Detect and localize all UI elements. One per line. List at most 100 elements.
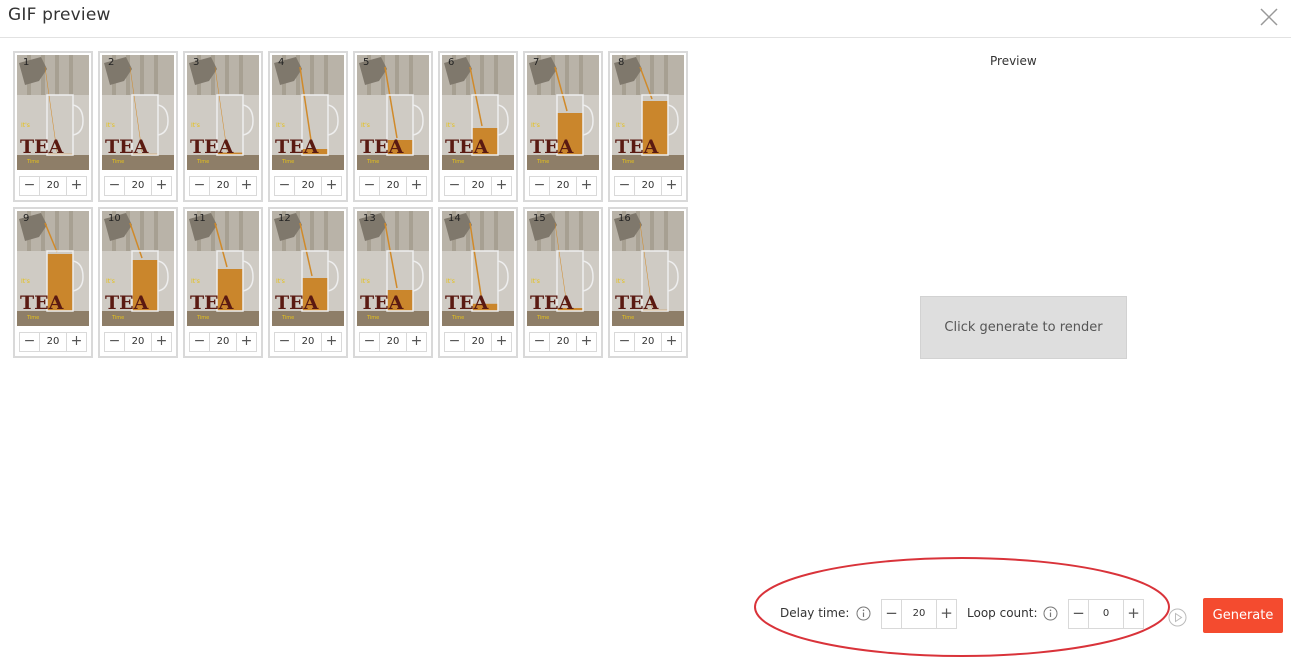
frame-increment-button[interactable]: + (661, 333, 681, 351)
frame-delay-value[interactable]: 20 (295, 333, 321, 351)
frame-decrement-button[interactable]: − (615, 177, 635, 195)
frame-delay-stepper[interactable]: −20 + (189, 332, 257, 352)
delay-time-stepper[interactable]: − 20 + (881, 599, 957, 629)
frame-card[interactable]: It's TEA Time 11 −20 + (183, 207, 263, 358)
frame-decrement-button[interactable]: − (190, 333, 210, 351)
frame-increment-button[interactable]: + (66, 333, 86, 351)
delay-decrement-button[interactable]: − (882, 600, 901, 628)
frame-card[interactable]: It's TEA Time 12 −20 + (268, 207, 348, 358)
frame-decrement-button[interactable]: − (360, 177, 380, 195)
frame-increment-button[interactable]: + (576, 177, 596, 195)
frame-delay-stepper[interactable]: −20 + (614, 332, 682, 352)
frame-delay-value[interactable]: 20 (380, 333, 406, 351)
frame-increment-button[interactable]: + (236, 333, 256, 351)
frame-increment-button[interactable]: + (321, 177, 341, 195)
frame-decrement-button[interactable]: − (530, 333, 550, 351)
frame-delay-stepper[interactable]: −20 + (444, 332, 512, 352)
frame-increment-button[interactable]: + (151, 333, 171, 351)
frame-increment-button[interactable]: + (66, 177, 86, 195)
frame-decrement-button[interactable]: − (615, 333, 635, 351)
frame-card[interactable]: It's TEA Time 2 −20 + (98, 51, 178, 202)
frame-decrement-button[interactable]: − (445, 333, 465, 351)
svg-text:TEA: TEA (530, 292, 574, 314)
frame-delay-stepper[interactable]: −20 + (444, 176, 512, 196)
frame-increment-button[interactable]: + (576, 333, 596, 351)
frame-delay-value[interactable]: 20 (125, 333, 151, 351)
svg-text:Time: Time (536, 159, 549, 165)
frame-decrement-button[interactable]: − (20, 177, 40, 195)
loop-increment-button[interactable]: + (1124, 600, 1143, 628)
frame-delay-value[interactable]: 20 (380, 177, 406, 195)
svg-text:Time: Time (196, 315, 209, 321)
frame-increment-button[interactable]: + (491, 333, 511, 351)
frame-increment-button[interactable]: + (236, 177, 256, 195)
frame-delay-stepper[interactable]: −20 + (19, 332, 87, 352)
frame-delay-stepper[interactable]: −20 + (19, 176, 87, 196)
frame-card[interactable]: It's TEA Time 16 −20 + (608, 207, 688, 358)
svg-text:It's: It's (446, 122, 455, 129)
delay-time-value[interactable]: 20 (901, 600, 937, 628)
frame-delay-value[interactable]: 20 (125, 177, 151, 195)
frame-decrement-button[interactable]: − (530, 177, 550, 195)
frame-card[interactable]: It's TEA Time 9 −20 + (13, 207, 93, 358)
frame-delay-value[interactable]: 20 (635, 177, 661, 195)
delay-info-icon[interactable] (856, 606, 871, 621)
frame-delay-value[interactable]: 20 (635, 333, 661, 351)
frame-delay-value[interactable]: 20 (295, 177, 321, 195)
frame-increment-button[interactable]: + (406, 177, 426, 195)
frame-delay-stepper[interactable]: −20 + (614, 176, 682, 196)
frame-delay-value[interactable]: 20 (550, 333, 576, 351)
frame-delay-value[interactable]: 20 (210, 177, 236, 195)
frame-delay-stepper[interactable]: −20 + (104, 332, 172, 352)
frame-decrement-button[interactable]: − (190, 177, 210, 195)
loop-info-icon[interactable] (1043, 606, 1058, 621)
frame-increment-button[interactable]: + (406, 333, 426, 351)
frame-delay-stepper[interactable]: −20 + (529, 332, 597, 352)
frame-delay-value[interactable]: 20 (465, 177, 491, 195)
frame-increment-button[interactable]: + (321, 333, 341, 351)
frame-delay-value[interactable]: 20 (210, 333, 236, 351)
loop-count-stepper[interactable]: − 0 + (1068, 599, 1144, 629)
delay-increment-button[interactable]: + (937, 600, 956, 628)
loop-count-value[interactable]: 0 (1088, 600, 1124, 628)
frame-decrement-button[interactable]: − (105, 177, 125, 195)
frame-card[interactable]: It's TEA Time 1 −20 + (13, 51, 93, 202)
frame-delay-value[interactable]: 20 (40, 177, 66, 195)
frame-delay-stepper[interactable]: −20 + (189, 176, 257, 196)
frame-card[interactable]: It's TEA Time 13 −20 + (353, 207, 433, 358)
frame-decrement-button[interactable]: − (360, 333, 380, 351)
frame-delay-stepper[interactable]: −20 + (274, 332, 342, 352)
frame-increment-button[interactable]: + (151, 177, 171, 195)
frame-card[interactable]: It's TEA Time 14 −20 + (438, 207, 518, 358)
close-icon[interactable] (1258, 6, 1280, 28)
frame-card[interactable]: It's TEA Time 15 −20 + (523, 207, 603, 358)
frame-delay-stepper[interactable]: −20 + (359, 176, 427, 196)
frame-card[interactable]: It's TEA Time 10 −20 + (98, 207, 178, 358)
frame-delay-value[interactable]: 20 (465, 333, 491, 351)
frame-delay-stepper[interactable]: −20 + (104, 176, 172, 196)
frame-decrement-button[interactable]: − (105, 333, 125, 351)
frame-delay-stepper[interactable]: −20 + (274, 176, 342, 196)
frame-card[interactable]: It's TEA Time 7 −20 + (523, 51, 603, 202)
frame-delay-value[interactable]: 20 (550, 177, 576, 195)
frame-increment-button[interactable]: + (661, 177, 681, 195)
loop-decrement-button[interactable]: − (1069, 600, 1088, 628)
frame-delay-value[interactable]: 20 (40, 333, 66, 351)
frame-delay-stepper[interactable]: −20 + (359, 332, 427, 352)
frame-card[interactable]: It's TEA Time 6 −20 + (438, 51, 518, 202)
frame-card[interactable]: It's TEA Time 8 −20 + (608, 51, 688, 202)
frame-decrement-button[interactable]: − (20, 333, 40, 351)
svg-text:It's: It's (106, 122, 115, 129)
frame-decrement-button[interactable]: − (445, 177, 465, 195)
frame-decrement-button[interactable]: − (275, 177, 295, 195)
frame-card[interactable]: It's TEA Time 5 −20 + (353, 51, 433, 202)
frame-thumbnail: It's TEATime (272, 211, 344, 326)
svg-text:It's: It's (21, 122, 30, 129)
frame-card[interactable]: It's TEA Time 3 −20 + (183, 51, 263, 202)
frame-card[interactable]: It's TEA Time 4 −20 + (268, 51, 348, 202)
frame-decrement-button[interactable]: − (275, 333, 295, 351)
play-icon[interactable] (1168, 608, 1187, 627)
frame-delay-stepper[interactable]: −20 + (529, 176, 597, 196)
generate-button[interactable]: Generate (1203, 598, 1283, 633)
frame-increment-button[interactable]: + (491, 177, 511, 195)
